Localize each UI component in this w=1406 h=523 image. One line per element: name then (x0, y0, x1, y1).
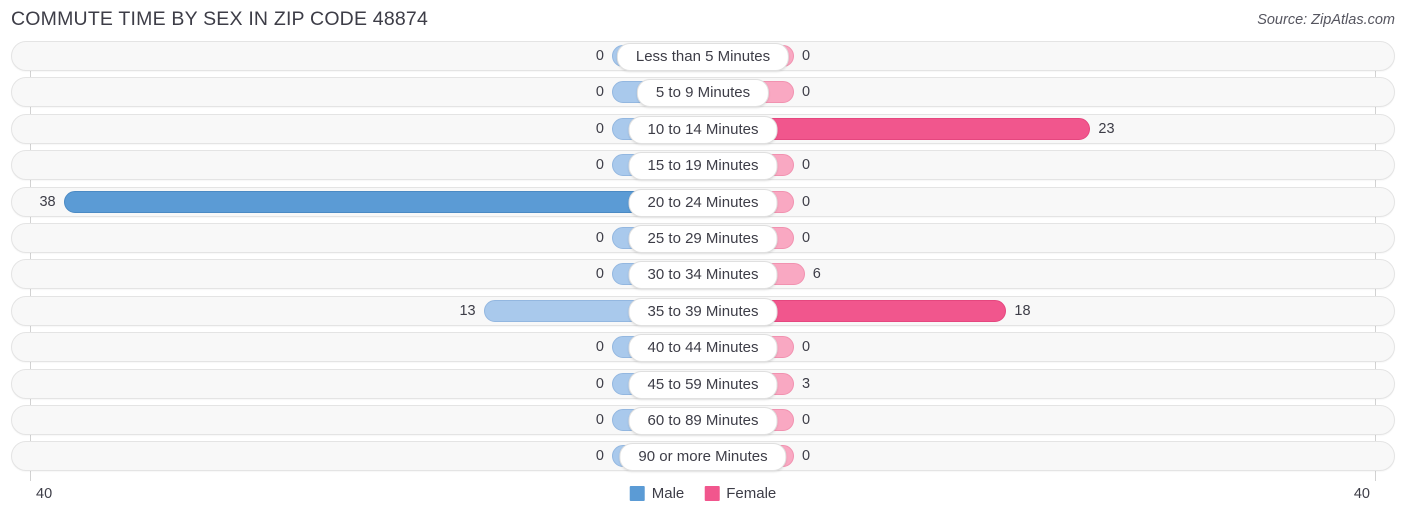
female-value: 0 (802, 193, 811, 210)
female-value: 0 (802, 48, 811, 64)
female-value: 3 (802, 375, 811, 392)
category-label: 30 to 34 Minutes (628, 261, 778, 290)
male-value: 0 (595, 266, 604, 283)
legend-swatch-female-icon (704, 486, 720, 501)
female-value: 0 (802, 157, 811, 174)
category-label: 25 to 29 Minutes (628, 224, 778, 253)
bar-row[interactable]: 0 0 Less than 5 Minutes (0, 41, 1406, 71)
male-value: 0 (595, 411, 604, 428)
category-label: 35 to 39 Minutes (628, 297, 778, 326)
bar-row[interactable]: 0 0 5 to 9 Minutes (0, 77, 1406, 108)
legend-swatch-male-icon (629, 486, 645, 501)
male-value: 0 (595, 48, 604, 64)
bar-row[interactable]: 0 0 25 to 29 Minutes (0, 222, 1406, 253)
legend-item-male[interactable]: Male (629, 485, 685, 502)
bar-rows-container: 0 0 Less than 5 Minutes 0 0 5 to 9 Minutes 0 23… (0, 41, 1406, 478)
bar-row[interactable]: 0 0 60 to 89 Minutes (0, 404, 1406, 435)
bar-row[interactable]: 0 0 90 or more Minutes (0, 441, 1406, 472)
bar-row[interactable]: 0 6 30 to 34 Minutes (0, 259, 1406, 290)
bar-row[interactable]: 0 3 45 to 59 Minutes (0, 368, 1406, 399)
female-value: 6 (812, 266, 821, 283)
male-value: 0 (595, 120, 604, 137)
category-label: Less than 5 Minutes (616, 43, 790, 71)
male-value: 13 (459, 302, 476, 319)
male-half (30, 190, 702, 213)
female-half (704, 299, 1375, 322)
male-bar[interactable] (63, 190, 702, 213)
bar-row[interactable]: 13 18 35 to 39 Minutes (0, 295, 1406, 326)
male-value: 0 (595, 84, 604, 101)
legend-label-male: Male (651, 485, 685, 502)
category-label: 10 to 14 Minutes (628, 115, 778, 144)
female-half (704, 117, 1375, 140)
male-value: 0 (595, 339, 604, 356)
female-value: 0 (802, 229, 811, 246)
bar-row[interactable]: 0 0 15 to 19 Minutes (0, 150, 1406, 181)
male-value: 0 (595, 375, 604, 392)
source-attribution: Source: ZipAtlas.com (1257, 12, 1395, 28)
female-value: 0 (802, 84, 811, 101)
category-label: 5 to 9 Minutes (636, 79, 770, 108)
category-label: 40 to 44 Minutes (628, 334, 778, 363)
category-label: 15 to 19 Minutes (628, 152, 778, 181)
category-label: 20 to 24 Minutes (628, 188, 778, 217)
axis-tick-left: 40 (36, 486, 53, 502)
bar-row[interactable]: 0 23 10 to 14 Minutes (0, 113, 1406, 144)
chart-header: COMMUTE TIME BY SEX IN ZIP CODE 48874 So… (0, 0, 1406, 40)
category-label: 45 to 59 Minutes (628, 370, 778, 399)
female-half (704, 263, 1375, 286)
male-value: 0 (595, 229, 604, 246)
chart-plot-area: 0 0 Less than 5 Minutes 0 0 5 to 9 Minutes 0 23… (0, 41, 1406, 481)
page-title: COMMUTE TIME BY SEX IN ZIP CODE 48874 (11, 8, 429, 30)
legend-item-female[interactable]: Female (704, 485, 776, 502)
female-value: 0 (802, 339, 811, 356)
axis-tick-right: 40 (1353, 486, 1370, 502)
legend-label-female: Female (726, 485, 777, 502)
male-value: 38 (39, 193, 56, 210)
category-label: 90 or more Minutes (619, 443, 787, 472)
legend: Male Female (629, 485, 776, 502)
male-value: 0 (595, 157, 604, 174)
chart-footer: 40 40 Male Female (0, 483, 1406, 515)
bar-row[interactable]: 0 0 40 to 44 Minutes (0, 332, 1406, 363)
category-label: 60 to 89 Minutes (628, 406, 778, 435)
female-value: 0 (802, 411, 811, 428)
female-value: 23 (1098, 120, 1115, 137)
male-value: 0 (595, 448, 604, 465)
female-value: 0 (802, 448, 811, 465)
bar-row[interactable]: 38 0 20 to 24 Minutes (0, 186, 1406, 217)
female-value: 18 (1014, 302, 1031, 319)
